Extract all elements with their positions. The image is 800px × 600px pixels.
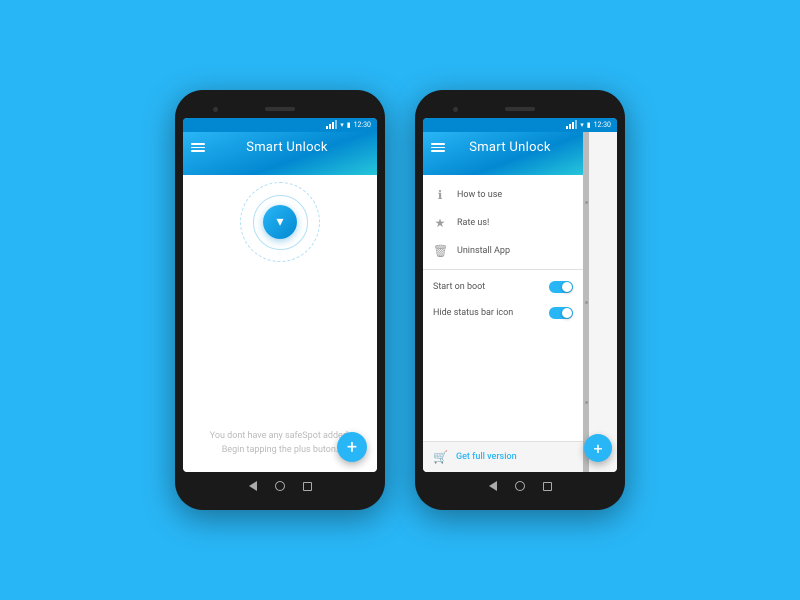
phone1-status-bar: ▾ ▮ 12:30 (183, 118, 377, 132)
phone2-status-time: 12:30 (594, 121, 611, 129)
wifi-circle-mid (253, 195, 308, 250)
start-on-boot-row: Start on boot (423, 274, 583, 300)
drawer-header-top: Smart Unlock (431, 140, 575, 155)
start-on-boot-knob (562, 282, 572, 292)
drawer-item-rate-us[interactable]: ★ Rate us! (423, 209, 583, 237)
phone1-back-button[interactable] (249, 481, 257, 491)
start-on-boot-label: Start on boot (433, 282, 485, 292)
drawer-header: Smart Unlock (423, 132, 583, 175)
drawer-menu-items: ℹ How to use ★ Rate us! 🗑 Uninstall App (423, 175, 583, 441)
phone1-app-title: Smart Unlock (205, 140, 369, 155)
phone1-fab-button[interactable]: + (337, 432, 367, 462)
phone2-top-bar (423, 100, 617, 118)
empty-text: You dont have any safeSpot added. Begin … (210, 430, 351, 457)
wifi-icon-container: ▾ (263, 205, 297, 239)
navigation-drawer: Smart Unlock ℹ How to use ★ Rate us! (423, 132, 583, 472)
status-time: 12:30 (354, 121, 371, 129)
drawer-hamburger-line-1 (431, 143, 445, 145)
drawer-app-title: Smart Unlock (445, 140, 575, 155)
phone2-camera (453, 107, 458, 112)
phone2-back-button[interactable] (489, 481, 497, 491)
hide-status-bar-label: Hide status bar icon (433, 308, 513, 318)
scroll-dot-1 (585, 201, 588, 204)
info-icon: ℹ (433, 188, 447, 202)
scroll-dot-2 (585, 301, 588, 304)
phone1-top-bar (183, 100, 377, 118)
toggle-section: Start on boot Hide status bar icon (423, 274, 583, 326)
phone2-main: Smart Unlock ℹ How to use ★ Rate us! (423, 132, 617, 472)
phone2-recents-button[interactable] (543, 482, 552, 491)
phone2-battery-icon: ▮ (587, 121, 591, 129)
drawer-divider-1 (423, 269, 583, 270)
drawer-item-how-to-use[interactable]: ℹ How to use (423, 181, 583, 209)
drawer-hamburger-line-2 (431, 147, 445, 149)
get-full-version-label: Get full version (456, 452, 517, 462)
phone2-screen: ▾ ▮ 12:30 Smart Unlock (423, 118, 617, 472)
uninstall-label: Uninstall App (457, 246, 510, 256)
phone2-fab-button[interactable]: + (584, 434, 612, 462)
hamburger-line-2 (191, 147, 205, 149)
phone1-screen: ▾ ▮ 12:30 Smart Unlock ▾ (183, 118, 377, 472)
phone2-bottom-bar (423, 472, 617, 500)
phone1-speaker (265, 107, 295, 111)
phone1-camera (213, 107, 218, 112)
phone1-home-button[interactable] (275, 481, 285, 491)
hide-status-bar-toggle[interactable] (549, 307, 573, 319)
scroll-dot-3 (585, 401, 588, 404)
hamburger-line-3 (191, 150, 205, 152)
phone2-signal-icon (566, 121, 577, 129)
phone1-app-header: Smart Unlock (183, 132, 377, 175)
hide-status-bar-knob (562, 308, 572, 318)
star-icon: ★ (433, 216, 447, 230)
how-to-use-label: How to use (457, 190, 502, 200)
phone2-status-bar: ▾ ▮ 12:30 (423, 118, 617, 132)
drawer-footer[interactable]: 🛒 Get full version (423, 441, 583, 472)
drawer-item-uninstall[interactable]: 🗑 Uninstall App (423, 237, 583, 265)
phone1-bottom-bar (183, 472, 377, 500)
phone2-speaker (505, 107, 535, 111)
signal-icon (326, 121, 337, 129)
phone1-content: ▾ You dont have any safeSpot added. Begi… (183, 175, 377, 472)
drawer-hamburger-button[interactable] (431, 143, 445, 152)
rate-us-label: Rate us! (457, 218, 489, 228)
hamburger-line-1 (191, 143, 205, 145)
battery-icon: ▮ (347, 121, 351, 129)
phone1-header-top: Smart Unlock (191, 140, 369, 155)
phone2-wifi-icon: ▾ (580, 121, 584, 129)
drawer-hamburger-line-3 (431, 150, 445, 152)
phone1: ▾ ▮ 12:30 Smart Unlock ▾ (175, 90, 385, 510)
trash-icon: 🗑 (433, 244, 447, 258)
phone1-recents-button[interactable] (303, 482, 312, 491)
phone2-home-button[interactable] (515, 481, 525, 491)
hide-status-bar-row: Hide status bar icon (423, 300, 583, 326)
scrollbar-area (583, 132, 589, 472)
cart-icon: 🛒 (433, 450, 448, 464)
wifi-icon: ▾ (340, 121, 344, 129)
start-on-boot-toggle[interactable] (549, 281, 573, 293)
phone2: ▾ ▮ 12:30 Smart Unlock (415, 90, 625, 510)
phone1-hamburger-button[interactable] (191, 143, 205, 152)
